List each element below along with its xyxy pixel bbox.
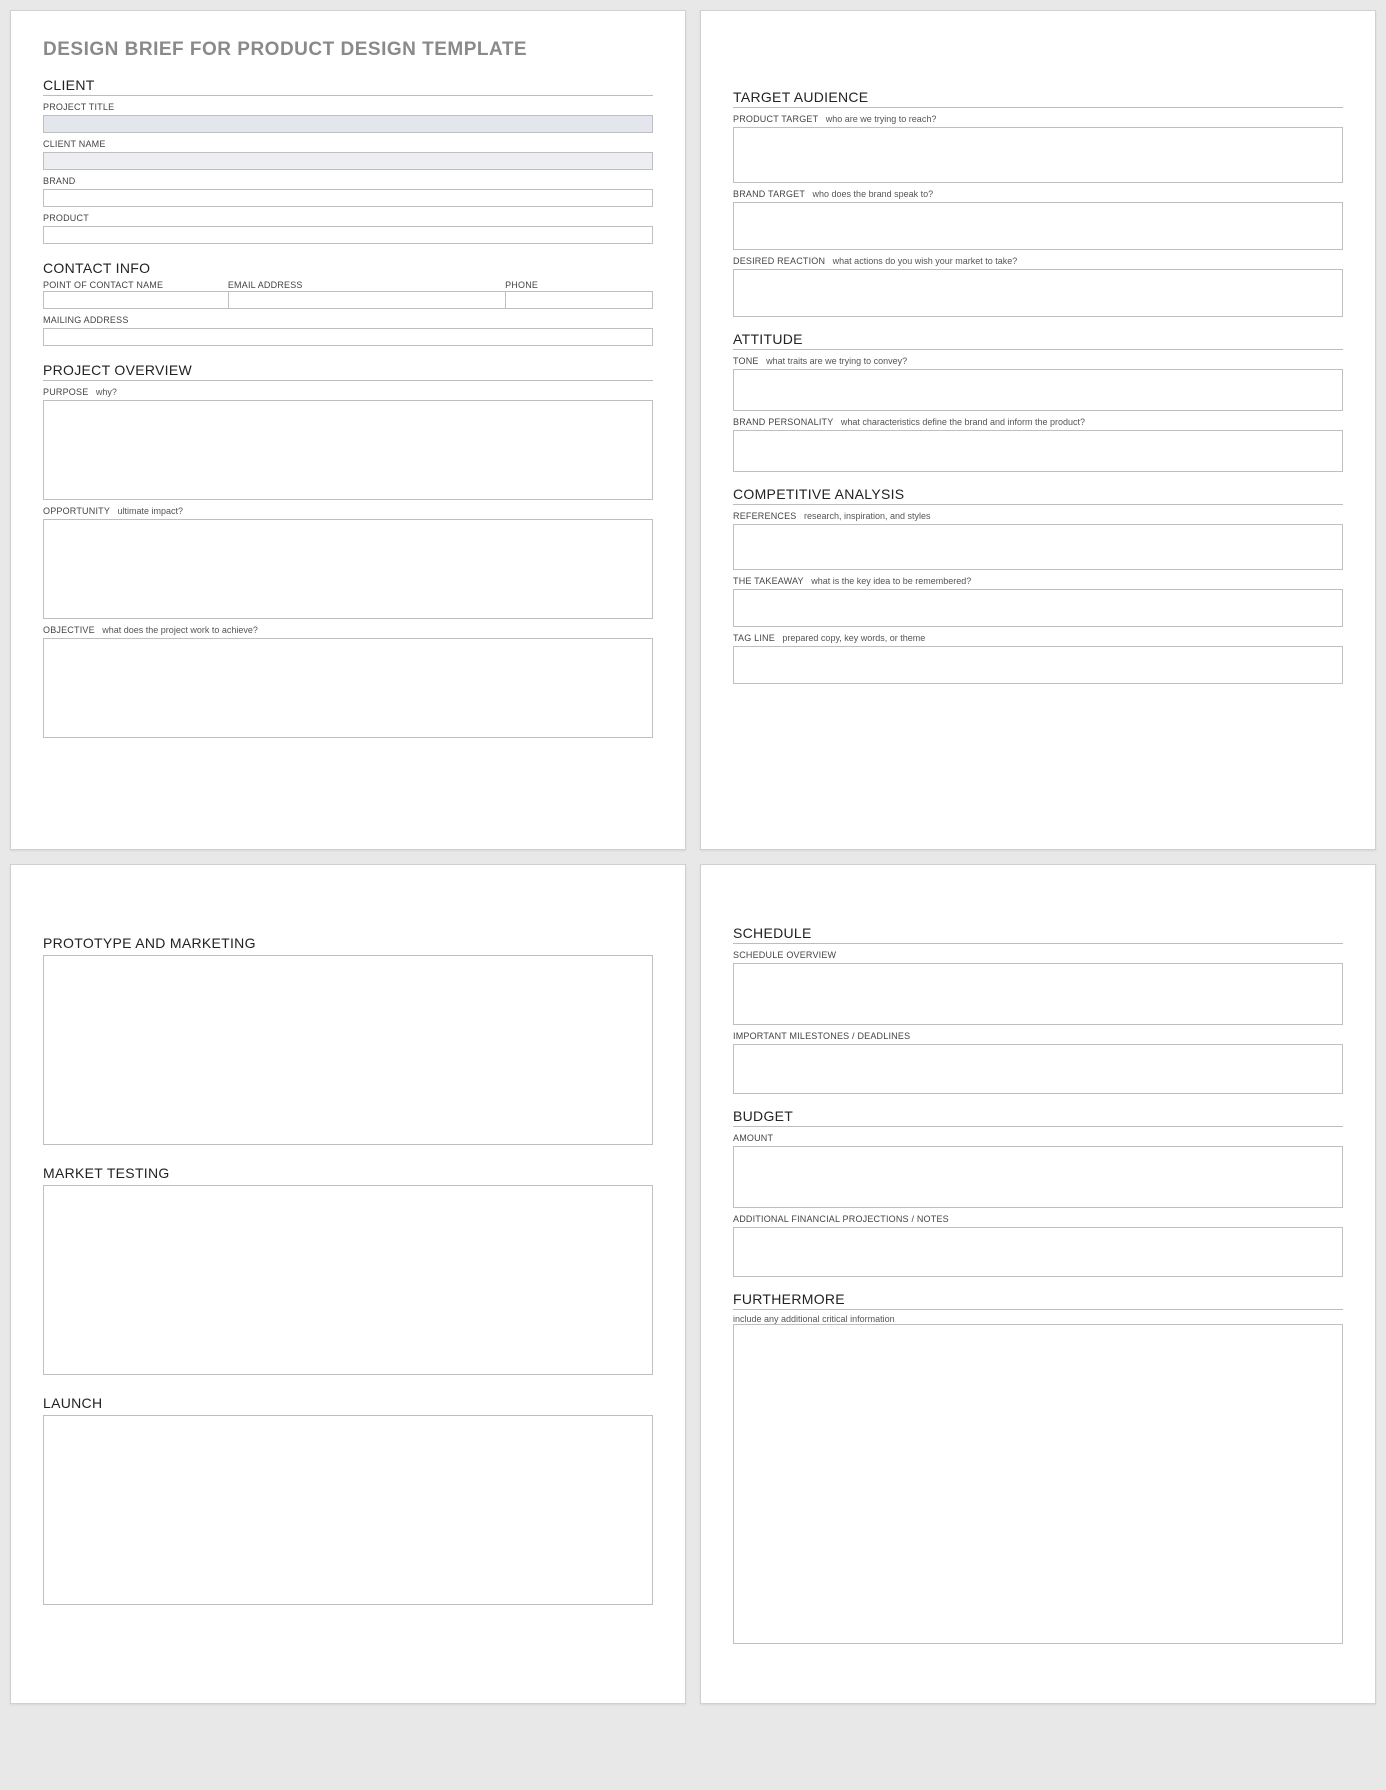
hint-brand-target: who does the brand speak to?	[813, 189, 934, 199]
hint-objective: what does the project work to achieve?	[102, 625, 258, 635]
input-launch[interactable]	[43, 1415, 653, 1605]
hint-tagline: prepared copy, key words, or theme	[782, 633, 925, 643]
label-objective: OBJECTIVE	[43, 625, 95, 635]
input-objective[interactable]	[43, 638, 653, 738]
page-1: DESIGN BRIEF FOR PRODUCT DESIGN TEMPLATE…	[10, 10, 686, 850]
hint-opportunity: ultimate impact?	[118, 506, 184, 516]
input-amount[interactable]	[733, 1146, 1343, 1208]
label-tagline: TAG LINE	[733, 633, 775, 643]
input-reaction[interactable]	[733, 269, 1343, 317]
section-market-testing: MARKET TESTING	[43, 1165, 653, 1181]
label-schedule-overview: SCHEDULE OVERVIEW	[733, 950, 836, 960]
input-market-testing[interactable]	[43, 1185, 653, 1375]
hint-references: research, inspiration, and styles	[804, 511, 931, 521]
page-3: PROTOTYPE AND MARKETING MARKET TESTING L…	[10, 864, 686, 1704]
input-personality[interactable]	[733, 430, 1343, 472]
hint-personality: what characteristics define the brand an…	[841, 417, 1085, 427]
section-launch: LAUNCH	[43, 1395, 653, 1411]
input-poc[interactable]	[43, 291, 228, 309]
input-prototype[interactable]	[43, 955, 653, 1145]
input-tone[interactable]	[733, 369, 1343, 411]
input-schedule-overview[interactable]	[733, 963, 1343, 1025]
label-fin-notes: ADDITIONAL FINANCIAL PROJECTIONS / NOTES	[733, 1214, 949, 1224]
section-overview: PROJECT OVERVIEW	[43, 362, 653, 381]
input-tagline[interactable]	[733, 646, 1343, 684]
section-client: CLIENT	[43, 77, 653, 96]
input-purpose[interactable]	[43, 400, 653, 500]
input-references[interactable]	[733, 524, 1343, 570]
label-references: REFERENCES	[733, 511, 797, 521]
page-2: TARGET AUDIENCE PRODUCT TARGET who are w…	[700, 10, 1376, 850]
label-opportunity: OPPORTUNITY	[43, 506, 110, 516]
label-takeaway: THE TAKEAWAY	[733, 576, 804, 586]
section-furthermore: FURTHERMORE	[733, 1291, 1343, 1310]
label-client-name: CLIENT NAME	[43, 139, 106, 149]
label-product-target: PRODUCT TARGET	[733, 114, 818, 124]
section-attitude: ATTITUDE	[733, 331, 1343, 350]
input-takeaway[interactable]	[733, 589, 1343, 627]
input-furthermore[interactable]	[733, 1324, 1343, 1644]
input-mailing[interactable]	[43, 328, 653, 346]
input-email[interactable]	[228, 291, 505, 309]
hint-takeaway: what is the key idea to be remembered?	[811, 576, 971, 586]
input-fin-notes[interactable]	[733, 1227, 1343, 1277]
label-poc: POINT OF CONTACT NAME	[43, 280, 228, 290]
label-brand: BRAND	[43, 176, 76, 186]
input-client-name[interactable]	[43, 152, 653, 170]
label-amount: AMOUNT	[733, 1133, 773, 1143]
section-budget: BUDGET	[733, 1108, 1343, 1127]
input-milestones[interactable]	[733, 1044, 1343, 1094]
input-project-title[interactable]	[43, 115, 653, 133]
section-prototype: PROTOTYPE AND MARKETING	[43, 935, 653, 951]
input-phone[interactable]	[505, 291, 653, 309]
section-audience: TARGET AUDIENCE	[733, 89, 1343, 108]
label-brand-target: BRAND TARGET	[733, 189, 805, 199]
label-project-title: PROJECT TITLE	[43, 102, 114, 112]
input-product-target[interactable]	[733, 127, 1343, 183]
page-4: SCHEDULE SCHEDULE OVERVIEW IMPORTANT MIL…	[700, 864, 1376, 1704]
input-opportunity[interactable]	[43, 519, 653, 619]
hint-reaction: what actions do you wish your market to …	[833, 256, 1018, 266]
label-tone: TONE	[733, 356, 759, 366]
section-contact: CONTACT INFO	[43, 260, 653, 276]
label-product: PRODUCT	[43, 213, 89, 223]
label-email: EMAIL ADDRESS	[228, 280, 505, 290]
input-brand[interactable]	[43, 189, 653, 207]
input-product[interactable]	[43, 226, 653, 244]
label-purpose: PURPOSE	[43, 387, 88, 397]
label-personality: BRAND PERSONALITY	[733, 417, 833, 427]
label-mailing: MAILING ADDRESS	[43, 315, 129, 325]
document-title: DESIGN BRIEF FOR PRODUCT DESIGN TEMPLATE	[43, 39, 653, 61]
input-brand-target[interactable]	[733, 202, 1343, 250]
label-milestones: IMPORTANT MILESTONES / DEADLINES	[733, 1031, 910, 1041]
section-schedule: SCHEDULE	[733, 925, 1343, 944]
section-competitive: COMPETITIVE ANALYSIS	[733, 486, 1343, 505]
label-reaction: DESIRED REACTION	[733, 256, 825, 266]
hint-tone: what traits are we trying to convey?	[766, 356, 907, 366]
hint-furthermore: include any additional critical informat…	[733, 1314, 1343, 1324]
hint-purpose: why?	[96, 387, 117, 397]
hint-product-target: who are we trying to reach?	[826, 114, 937, 124]
label-phone: PHONE	[505, 280, 653, 290]
